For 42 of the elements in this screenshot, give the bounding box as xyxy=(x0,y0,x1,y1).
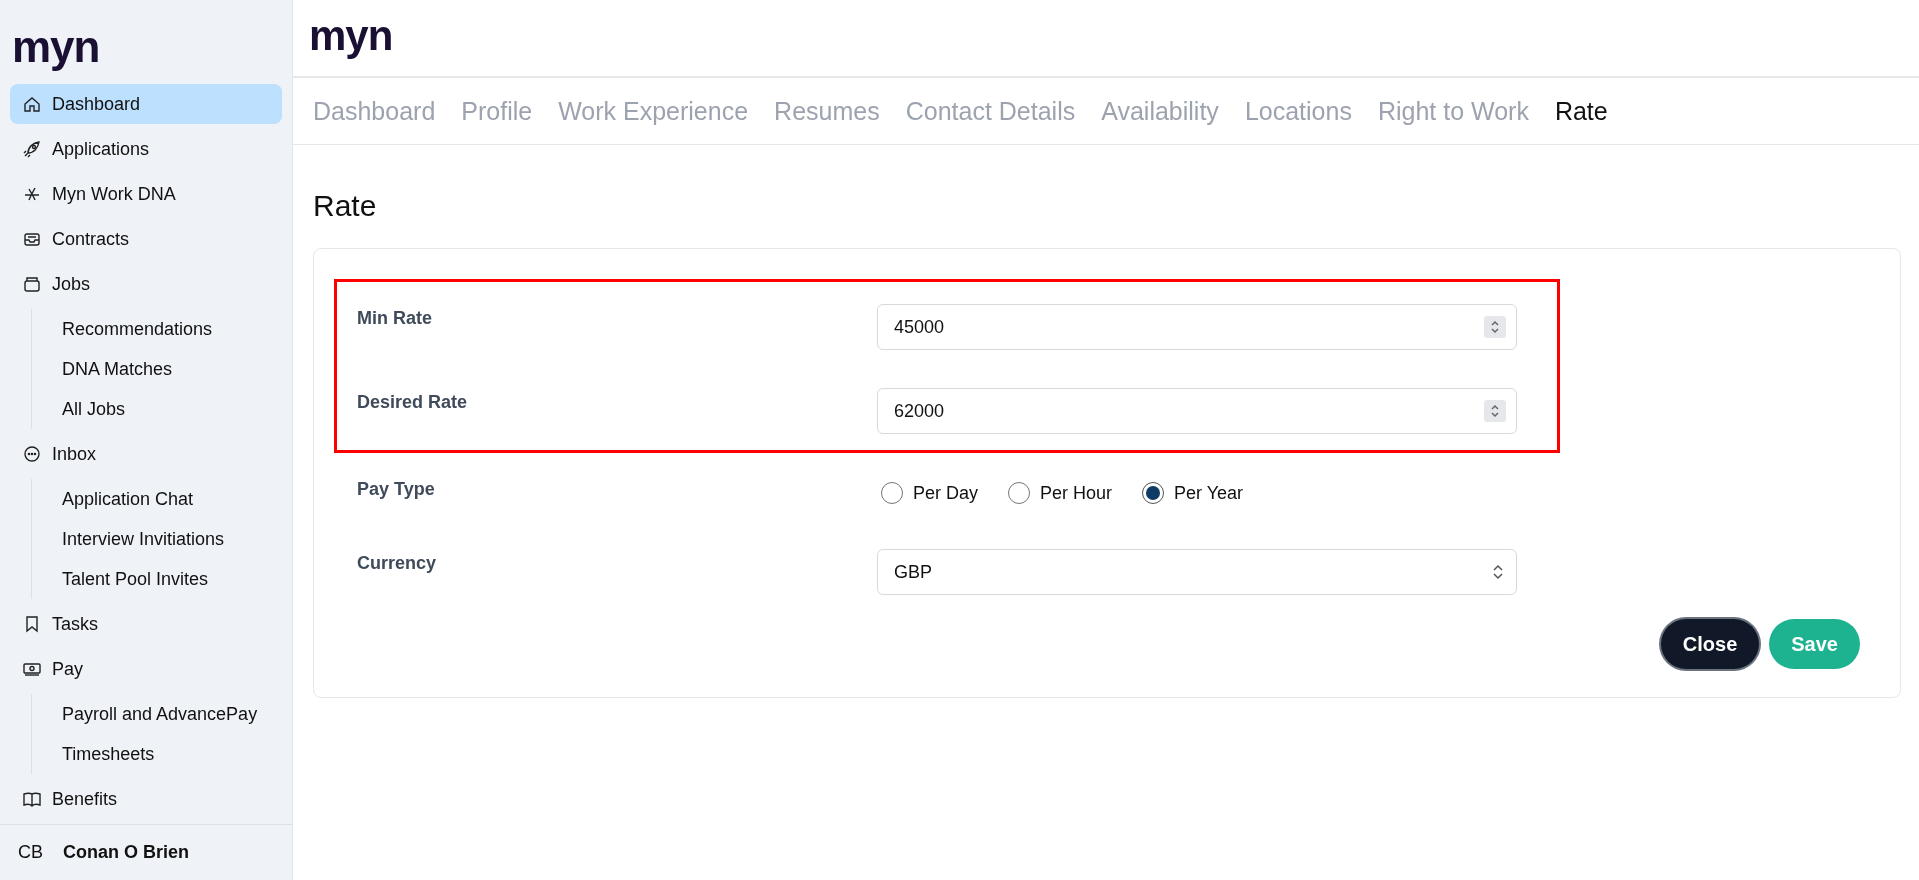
spinner-icon[interactable] xyxy=(1484,316,1506,338)
nav-item[interactable]: Inbox xyxy=(10,434,282,474)
nav-item[interactable]: Jobs xyxy=(10,264,282,304)
nav-subitem[interactable]: Recommendations xyxy=(52,309,223,349)
chat-icon xyxy=(22,444,42,464)
nav-subitem[interactable]: Payroll and AdvancePay xyxy=(52,694,268,734)
nav-subitem[interactable]: Talent Pool Invites xyxy=(52,559,219,599)
field-label: Currency xyxy=(357,552,438,574)
nav-subitem[interactable]: All Jobs xyxy=(52,389,136,429)
currency-select[interactable]: GBP xyxy=(877,549,1517,595)
nav-item[interactable]: Contracts xyxy=(10,219,282,259)
chevron-icon xyxy=(1490,563,1506,581)
radio-label[interactable]: Per Hour xyxy=(1040,482,1113,504)
nav-item[interactable]: Benefits xyxy=(10,779,282,819)
close-button[interactable]: Close xyxy=(1660,619,1760,669)
tab[interactable]: Rate xyxy=(1554,96,1608,126)
rocket-icon xyxy=(22,139,42,159)
nav-item[interactable]: Dashboard xyxy=(10,84,282,124)
field-label: Desired Rate xyxy=(357,391,469,413)
home-icon xyxy=(22,94,42,114)
nav-subitem[interactable]: Application Chat xyxy=(52,479,204,519)
user-initials: CB xyxy=(18,842,43,863)
page-title: Rate xyxy=(313,189,378,223)
logo: myn xyxy=(309,12,393,59)
nav-subitem[interactable]: Interview Invitiations xyxy=(52,519,235,559)
nav-subitem[interactable]: DNA Matches xyxy=(52,349,183,389)
nav-item[interactable]: Applications xyxy=(10,129,282,169)
radio-label[interactable]: Per Day xyxy=(913,482,979,504)
nav-item[interactable]: Myn Work DNA xyxy=(10,174,282,214)
nav-item[interactable]: Tasks xyxy=(10,604,282,644)
radio-label[interactable]: Per Year xyxy=(1174,482,1244,504)
logo: myn xyxy=(11,21,101,73)
number-field[interactable]: 45000 xyxy=(877,304,1517,350)
field-label: Min Rate xyxy=(357,307,433,329)
spinner-icon[interactable] xyxy=(1484,400,1506,422)
box-icon xyxy=(22,274,42,294)
user-name[interactable]: Conan O Brien xyxy=(63,842,190,863)
nav-subitem[interactable]: Timesheets xyxy=(52,734,165,774)
book-icon xyxy=(22,789,42,809)
number-field[interactable]: 62000 xyxy=(877,388,1517,434)
field-label: Pay Type xyxy=(357,478,436,500)
nav-item[interactable]: Pay xyxy=(10,649,282,689)
